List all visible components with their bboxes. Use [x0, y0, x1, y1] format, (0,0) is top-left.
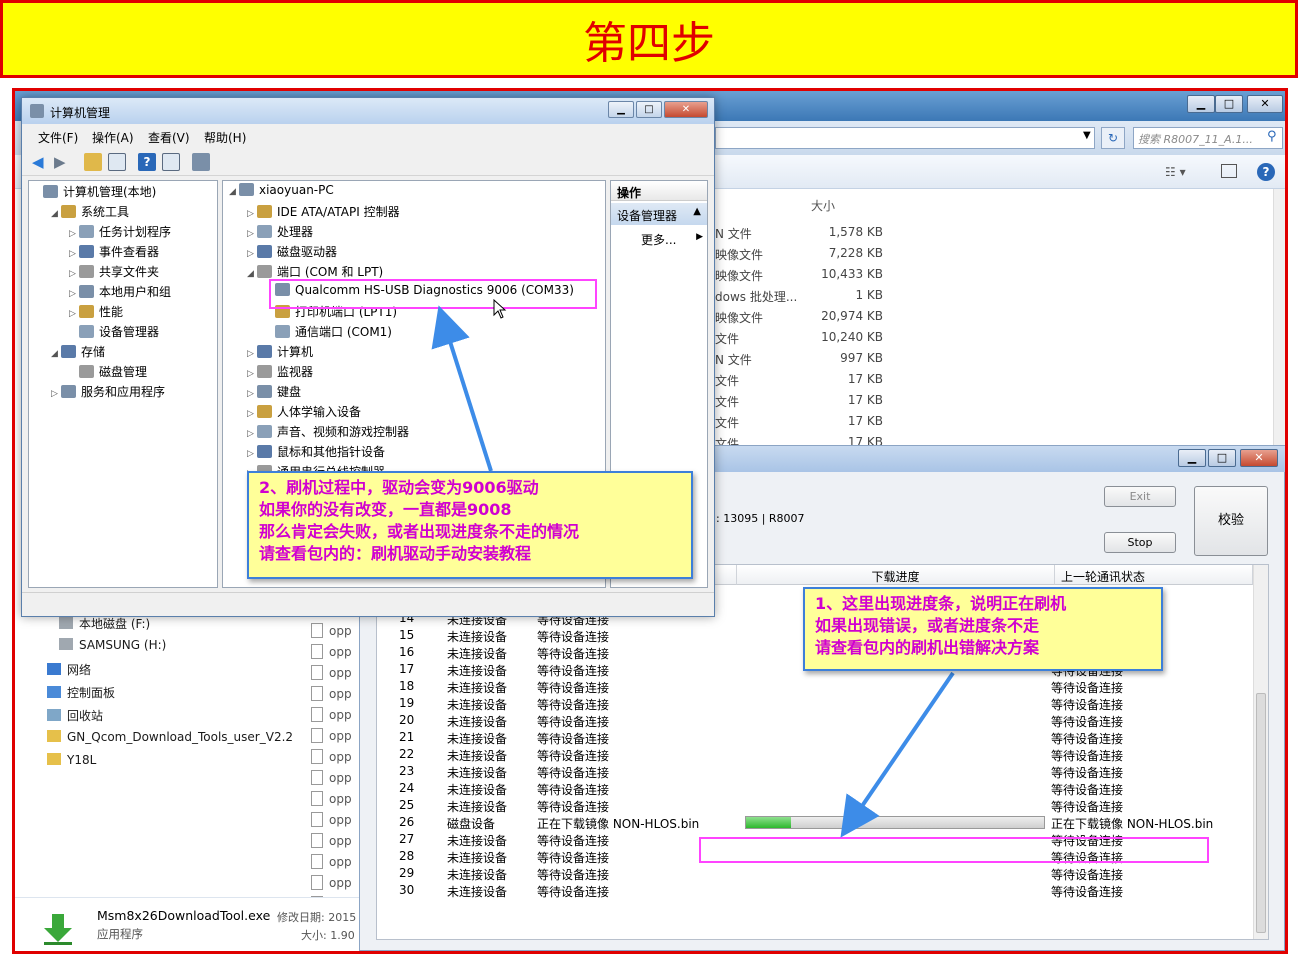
callout-progress-line-2: 如果出现错误，或者进度条不走	[815, 616, 1040, 635]
arrow-to-port	[431, 305, 493, 472]
callout-progress-note: 1、这里出现进度条，说明正在刷机 如果出现错误，或者进度条不走 请查看包内的刷机…	[803, 587, 1163, 671]
callout-driver-line-3: 那么肯定会失败，或者出现进度条不走的情况	[259, 522, 580, 541]
callout-driver-line-1: 2、刷机过程中，驱动会变为9006驱动	[259, 478, 539, 497]
screenshot-frame: ▁ □ ✕ ▼ ↻ 搜索 R8007_11_A.1... ⚲ ☷ ▾ ? 大小 …	[12, 88, 1288, 954]
callout-driver-line-4: 请查看包内的：刷机驱动手动安装教程	[259, 544, 532, 563]
banner-title: 第四步	[583, 18, 715, 69]
callout-driver-note: 2、刷机过程中，驱动会变为9006驱动 如果你的没有改变，一直都是9008 那么…	[247, 471, 693, 579]
callout-driver-line-2: 如果你的没有改变，一直都是9008	[259, 500, 512, 519]
arrow-to-progress	[840, 671, 955, 838]
step-banner: 第四步	[0, 0, 1298, 78]
callout-progress-line-3: 请查看包内的刷机出错解决方案	[815, 638, 1040, 657]
callout-progress-line-1: 1、这里出现进度条，说明正在刷机	[815, 594, 1067, 613]
